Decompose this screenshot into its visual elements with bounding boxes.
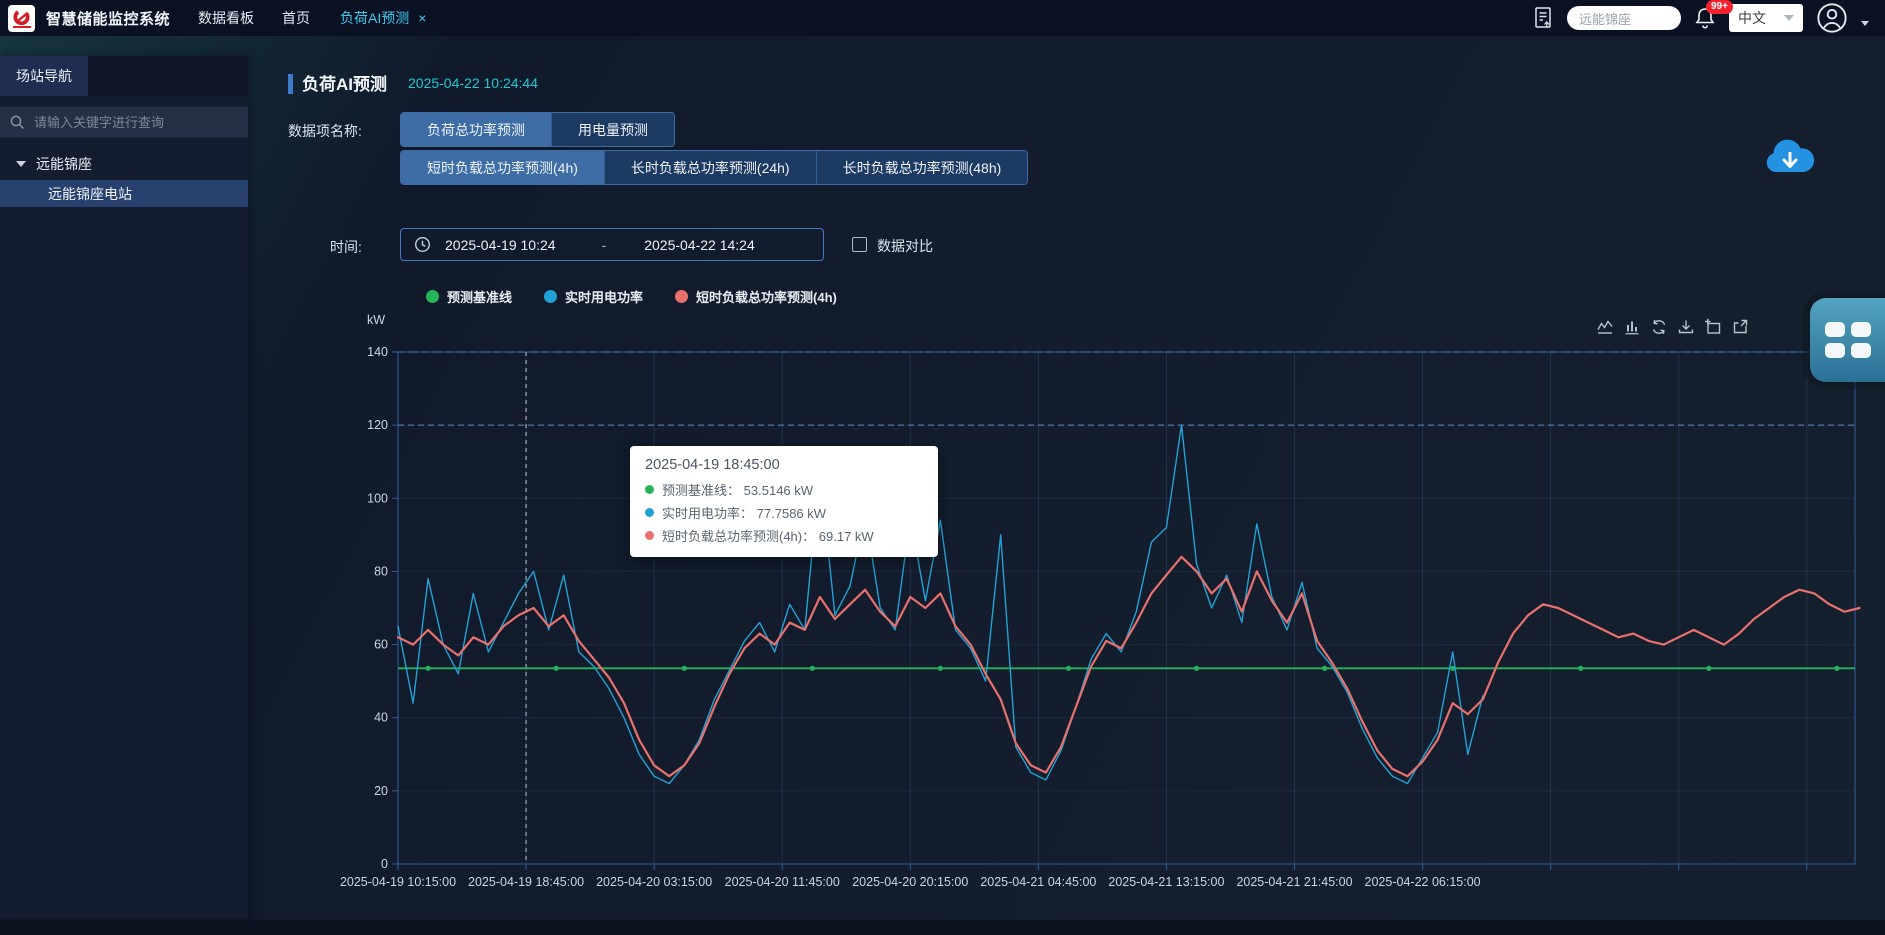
sidebar-tab-station-nav[interactable]: 场站导航 [0,56,88,96]
tooltip-row-forecast: 短时负载总功率预测(4h)： 69.17 kW [645,526,923,545]
svg-text:20: 20 [374,784,388,798]
svg-text:2025-04-20 03:15:00: 2025-04-20 03:15:00 [596,875,712,889]
apps-launcher-button[interactable] [1810,298,1885,382]
station-search-input[interactable] [1567,6,1681,30]
tab-load-ai-forecast[interactable]: 负荷AI预测 × [340,8,426,28]
user-menu-caret-icon[interactable] [1861,21,1869,26]
title-accent-bar [288,74,293,94]
logo-wordmark [13,26,31,28]
report-doc-icon[interactable] [1532,6,1554,30]
svg-text:80: 80 [374,564,388,578]
chart-toolbox [1596,318,1749,336]
page-timestamp: 2025-04-22 10:24:44 [408,75,538,91]
download-icon[interactable] [1677,318,1695,336]
clock-icon [414,236,431,253]
page-title: 负荷AI预测 [302,70,387,95]
svg-text:60: 60 [374,638,388,652]
time-start-value[interactable]: 2025-04-19 10:24 [445,237,556,253]
svg-text:2025-04-21 04:45:00: 2025-04-21 04:45:00 [980,875,1096,889]
data-item-tab-group: 负荷总功率预测 用电量预测 [400,112,675,147]
svg-text:2025-04-20 11:45:00: 2025-04-20 11:45:00 [725,875,840,889]
tab-load-power-forecast[interactable]: 负荷总功率预测 [401,113,552,146]
grid-icon [1825,322,1871,358]
sidebar-search [0,106,248,138]
zoom-select-icon[interactable] [1704,318,1722,336]
window-bottom-strip [0,920,1885,935]
svg-text:2025-04-21 13:15:00: 2025-04-21 13:15:00 [1108,875,1224,889]
tree-node-label: 远能锦座 [36,154,92,174]
language-value: 中文 [1738,8,1766,28]
tab-label: 负荷AI预测 [340,8,409,28]
tooltip-dot-realtime [645,508,654,517]
tooltip-timestamp: 2025-04-19 18:45:00 [645,457,923,473]
svg-text:120: 120 [367,418,388,432]
tab-long-term-24h[interactable]: 长时负载总功率预测(24h) [605,151,817,184]
tab-close-icon[interactable]: × [418,10,426,26]
nav-item-home[interactable]: 首页 [282,8,310,28]
chart-canvas[interactable]: 0 20 40 60 80 100 120 140 2025-04-19 10:15:00 202… [280,302,1885,914]
tree-expand-caret-icon[interactable] [16,161,26,167]
refresh-icon[interactable] [1650,318,1668,336]
svg-text:100: 100 [367,491,388,505]
time-range-label: 时间: [330,237,362,257]
station-sidebar: 场站导航 远能锦座 远能锦座电站 [0,56,248,918]
data-item-label: 数据项名称: [288,121,362,141]
data-compare-checkbox[interactable] [852,237,867,252]
data-compare-label: 数据对比 [877,236,933,256]
bar-chart-icon[interactable] [1623,318,1641,336]
forecast-horizon-tab-group: 短时负载总功率预测(4h) 长时负载总功率预测(24h) 长时负载总功率预测(4… [400,150,1028,185]
app-window: 智慧储能监控系统 数据看板 首页 负荷AI预测 × 99+ 中文 [0,0,1885,935]
svg-text:40: 40 [374,711,388,725]
tooltip-row-realtime: 实时用电功率： 77.7586 kW [645,503,923,522]
tooltip-row-baseline: 预测基准线： 53.5146 kW [645,480,923,499]
tab-long-term-48h[interactable]: 长时负载总功率预测(48h) [817,151,1028,184]
svg-text:2025-04-19 18:45:00: 2025-04-19 18:45:00 [468,875,584,889]
notification-count-badge: 99+ [1706,0,1733,14]
nav-item-dashboard[interactable]: 数据看板 [198,8,254,28]
line-chart-icon[interactable] [1596,318,1614,336]
cloud-download-icon [1762,134,1818,180]
cloud-download-button[interactable] [1762,134,1818,180]
time-range-picker[interactable]: 2025-04-19 10:24 - 2025-04-22 14:24 [400,228,824,261]
tree-node-station-group[interactable]: 远能锦座 [16,152,248,176]
avatar[interactable] [1816,2,1848,34]
topbar-right-cluster: 99+ 中文 [1532,0,1869,36]
svg-text:2025-04-19 10:15:00: 2025-04-19 10:15:00 [340,875,456,889]
restore-icon[interactable] [1731,318,1749,336]
sidebar-search-input[interactable] [0,107,248,137]
svg-text:2025-04-21 21:45:00: 2025-04-21 21:45:00 [1236,875,1352,889]
tab-energy-forecast[interactable]: 用电量预测 [552,113,674,146]
svg-text:140: 140 [367,345,388,359]
forecast-chart[interactable]: 0 20 40 60 80 100 120 140 2025-04-19 10:15:00 202… [280,302,1885,914]
svg-text:2025-04-22 06:15:00: 2025-04-22 06:15:00 [1365,875,1481,889]
tab-short-term-4h[interactable]: 短时负载总功率预测(4h) [401,151,605,184]
sidebar-tab-strip: 场站导航 [0,56,248,96]
company-logo [8,5,35,32]
chart-tooltip: 2025-04-19 18:45:00 预测基准线： 53.5146 kW 实时… [630,446,938,557]
logo-icon [10,8,33,28]
svg-text:kW: kW [367,313,385,327]
svg-text:0: 0 [381,857,388,871]
top-navbar: 智慧储能监控系统 数据看板 首页 负荷AI预测 × 99+ 中文 [0,0,1885,36]
time-end-value[interactable]: 2025-04-22 14:24 [644,237,755,253]
tooltip-dot-baseline [645,485,654,494]
tooltip-dot-forecast [645,531,654,540]
time-range-separator: - [602,237,607,253]
search-icon [9,114,26,131]
chevron-down-icon [1784,15,1794,21]
app-title: 智慧储能监控系统 [46,8,170,29]
notifications-button[interactable]: 99+ [1694,6,1716,30]
tree-node-station-selected[interactable]: 远能锦座电站 [0,180,248,207]
svg-text:2025-04-20 20:15:00: 2025-04-20 20:15:00 [852,875,968,889]
language-select[interactable]: 中文 [1729,4,1803,32]
